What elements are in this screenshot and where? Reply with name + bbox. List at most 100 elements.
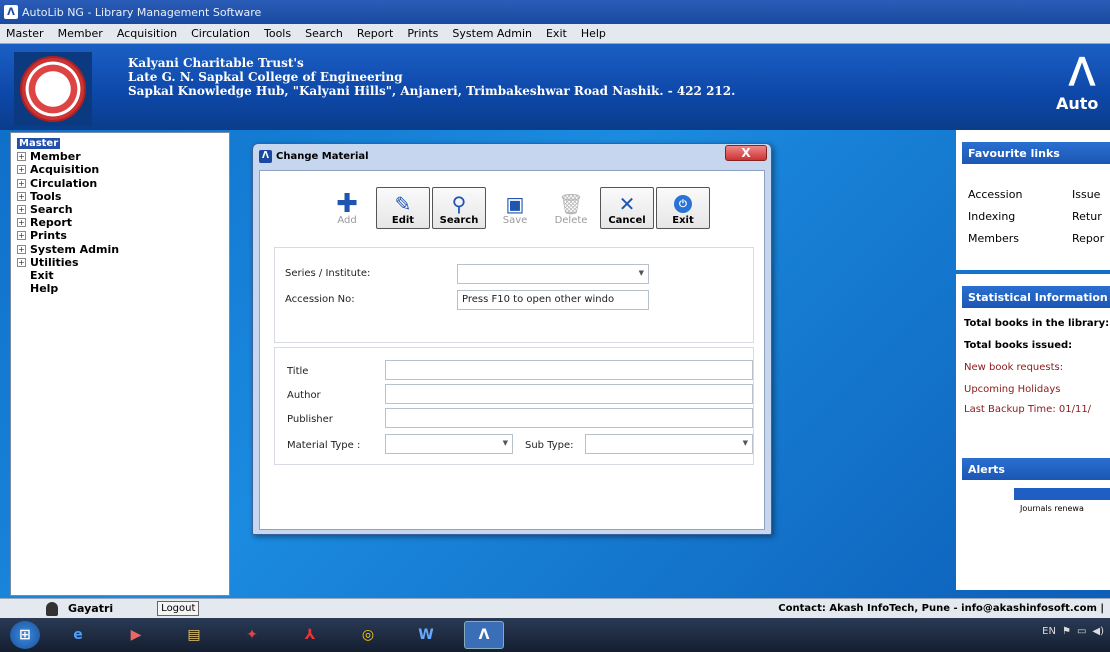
search-button[interactable]: ⚲ Search bbox=[432, 187, 486, 229]
taskbar-media-icon[interactable]: ▶ bbox=[116, 621, 156, 649]
menu-search[interactable]: Search bbox=[305, 27, 343, 40]
save-icon: ▣ bbox=[505, 192, 525, 216]
menu-report[interactable]: Report bbox=[357, 27, 393, 40]
add-button[interactable]: ✚ Add bbox=[320, 187, 374, 229]
expand-icon[interactable]: + bbox=[17, 152, 26, 162]
fav-link-issue[interactable]: Issue bbox=[1072, 188, 1100, 201]
tray-volume-icon[interactable]: ◀) bbox=[1092, 626, 1104, 637]
tree-item-exit[interactable]: Exit bbox=[17, 269, 229, 282]
sub-type-dropdown[interactable]: ▼ bbox=[585, 434, 753, 454]
author-field[interactable] bbox=[385, 384, 753, 404]
menu-exit[interactable]: Exit bbox=[546, 27, 567, 40]
change-material-dialog: ᐱ Change Material X ✚ Add ✎ Edit ⚲ Searc… bbox=[252, 143, 772, 535]
taskbar-ie-icon[interactable]: e bbox=[58, 621, 98, 649]
alerts-panel: Alerts Journals renewa bbox=[956, 446, 1110, 590]
dialog-body: ✚ Add ✎ Edit ⚲ Search ▣ Save 🗑 Delete ✕ … bbox=[259, 170, 765, 530]
logout-button[interactable]: Logout bbox=[157, 601, 200, 616]
dialog-close-button[interactable]: X bbox=[725, 145, 767, 161]
menu-master[interactable]: Master bbox=[6, 27, 44, 40]
tree-item-help[interactable]: Help bbox=[17, 282, 229, 295]
dialog-app-icon: ᐱ bbox=[259, 149, 272, 163]
stat-books-issued: Total books issued: bbox=[964, 340, 1073, 351]
tree-item-report[interactable]: + Report bbox=[17, 216, 229, 229]
expand-icon[interactable]: + bbox=[17, 191, 26, 201]
system-tray: EN ⚑ ▭ ◀) bbox=[1042, 626, 1104, 637]
start-button[interactable]: ⊞ bbox=[10, 621, 40, 649]
tray-language[interactable]: EN bbox=[1042, 626, 1056, 637]
menu-member[interactable]: Member bbox=[58, 27, 103, 40]
tree-item-circulation[interactable]: + Circulation bbox=[17, 177, 229, 190]
edit-button[interactable]: ✎ Edit bbox=[376, 187, 430, 229]
user-name: Gayatri bbox=[68, 602, 114, 615]
user-icon bbox=[46, 601, 58, 616]
close-icon: X bbox=[741, 146, 751, 160]
series-label: Series / Institute: bbox=[285, 268, 371, 279]
statistical-info-panel: Statistical Information Total books in t… bbox=[956, 274, 1110, 446]
taskbar-explorer-icon[interactable]: ▤ bbox=[174, 621, 214, 649]
material-type-dropdown[interactable]: ▼ bbox=[385, 434, 513, 454]
expand-icon[interactable]: + bbox=[17, 244, 26, 254]
expand-icon[interactable]: + bbox=[17, 165, 26, 175]
menu-tools[interactable]: Tools bbox=[264, 27, 291, 40]
chevron-down-icon: ▼ bbox=[742, 439, 748, 447]
autolib-brand-text: Auto bbox=[1056, 94, 1099, 113]
menu-bar: Master Member Acquisition Circulation To… bbox=[0, 24, 1110, 44]
fav-link-accession[interactable]: Accession bbox=[968, 188, 1022, 201]
current-user: Gayatri bbox=[46, 601, 114, 616]
college-banner: Kalyani Charitable Trust's Late G. N. Sa… bbox=[0, 44, 1110, 130]
tree-item-master[interactable]: +Master bbox=[17, 137, 229, 150]
edit-icon: ✎ bbox=[394, 192, 412, 216]
taskbar-autolib-icon[interactable]: ᐱ bbox=[464, 621, 504, 649]
tree-item-tools[interactable]: + Tools bbox=[17, 190, 229, 203]
chevron-down-icon: ▼ bbox=[638, 269, 644, 277]
fav-link-indexing[interactable]: Indexing bbox=[968, 210, 1015, 223]
accession-input[interactable]: Press F10 to open other windo bbox=[457, 290, 649, 310]
accession-panel: Series / Institute: ▼ Accession No: Pres… bbox=[274, 247, 754, 343]
power-icon: ⏻ bbox=[674, 195, 692, 213]
menu-help[interactable]: Help bbox=[581, 27, 606, 40]
delete-button[interactable]: 🗑 Delete bbox=[544, 187, 598, 229]
title-label: Title bbox=[287, 366, 309, 377]
series-dropdown[interactable]: ▼ bbox=[457, 264, 649, 284]
fav-link-members[interactable]: Members bbox=[968, 232, 1019, 245]
taskbar-chrome-icon[interactable]: ◎ bbox=[348, 621, 388, 649]
alert-journals-renewal[interactable]: Journals renewa bbox=[1020, 504, 1084, 513]
publisher-field[interactable] bbox=[385, 408, 753, 428]
tree-item-search[interactable]: + Search bbox=[17, 203, 229, 216]
stat-total-books: Total books in the library: bbox=[964, 318, 1110, 329]
tree-item-system-admin[interactable]: + System Admin bbox=[17, 243, 229, 256]
menu-prints[interactable]: Prints bbox=[407, 27, 438, 40]
tray-flag-icon[interactable]: ⚑ bbox=[1062, 626, 1071, 637]
expand-icon[interactable]: + bbox=[17, 231, 26, 241]
favourite-links-panel: Favourite links Accession Indexing Membe… bbox=[956, 130, 1110, 270]
menu-system-admin[interactable]: System Admin bbox=[452, 27, 532, 40]
stat-upcoming-holidays[interactable]: Upcoming Holidays bbox=[964, 384, 1060, 395]
expand-icon[interactable]: + bbox=[17, 257, 26, 267]
autolib-brand: ᐱ Auto bbox=[1054, 52, 1110, 128]
fav-link-return[interactable]: Retur bbox=[1072, 210, 1102, 223]
cancel-icon: ✕ bbox=[618, 192, 636, 216]
alert-highlight-bar bbox=[1014, 488, 1110, 500]
tree-item-member[interactable]: + Member bbox=[17, 150, 229, 163]
taskbar-app-icon[interactable]: ✦ bbox=[232, 621, 272, 649]
expand-icon[interactable]: + bbox=[17, 178, 26, 188]
expand-icon[interactable]: + bbox=[17, 205, 26, 215]
menu-acquisition[interactable]: Acquisition bbox=[117, 27, 177, 40]
taskbar-word-icon[interactable]: W bbox=[406, 621, 446, 649]
stat-new-requests[interactable]: New book requests: bbox=[964, 362, 1063, 373]
accession-label: Accession No: bbox=[285, 294, 355, 305]
tree-item-prints[interactable]: + Prints bbox=[17, 229, 229, 242]
tree-item-utilities[interactable]: + Utilities bbox=[17, 256, 229, 269]
fav-link-report[interactable]: Repor bbox=[1072, 232, 1104, 245]
tray-network-icon[interactable]: ▭ bbox=[1077, 626, 1086, 637]
expand-icon[interactable]: + bbox=[17, 218, 26, 228]
cancel-button[interactable]: ✕ Cancel bbox=[600, 187, 654, 229]
title-field[interactable] bbox=[385, 360, 753, 380]
plus-icon: ✚ bbox=[336, 189, 358, 219]
save-button[interactable]: ▣ Save bbox=[488, 187, 542, 229]
exit-button[interactable]: ⏻ Exit bbox=[656, 187, 710, 229]
tree-item-acquisition[interactable]: + Acquisition bbox=[17, 163, 229, 176]
taskbar-acrobat-icon[interactable]: ⅄ bbox=[290, 621, 330, 649]
menu-circulation[interactable]: Circulation bbox=[191, 27, 250, 40]
material-type-label: Material Type : bbox=[287, 440, 361, 451]
